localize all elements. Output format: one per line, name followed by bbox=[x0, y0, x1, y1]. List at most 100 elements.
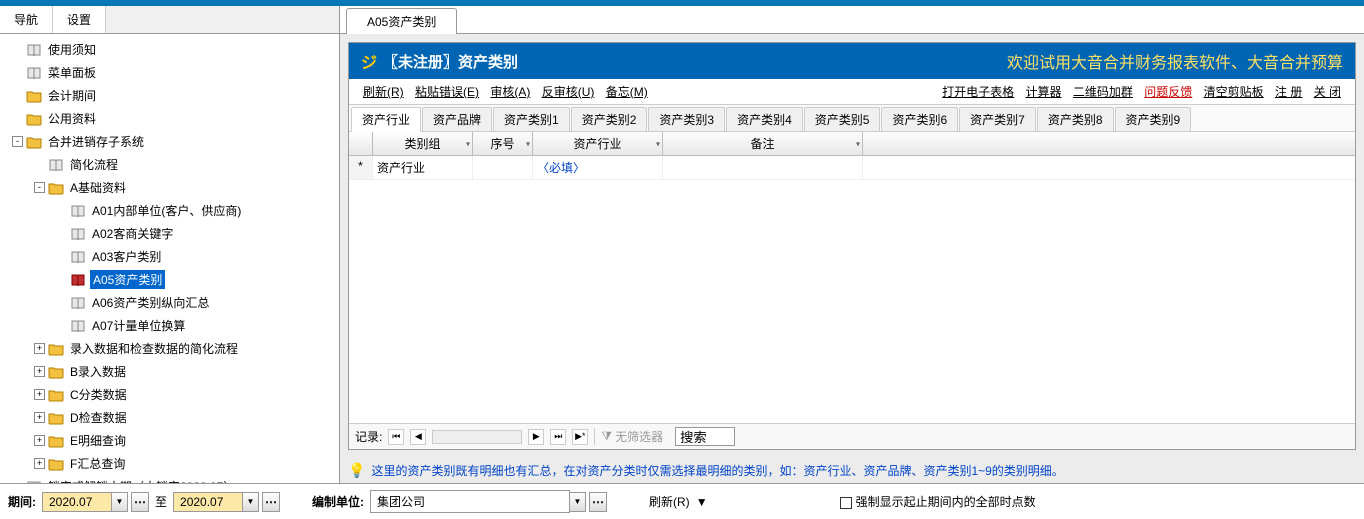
tree-item[interactable]: 会计期间 bbox=[0, 84, 339, 107]
nav-tree[interactable]: 使用须知菜单面板会计期间公用资料-合并进销存子系统简化流程-A基础资料A01内部… bbox=[0, 34, 339, 483]
dropdown-icon[interactable]: ▼ bbox=[696, 495, 708, 509]
toolbar-link[interactable]: 打开电子表格 bbox=[938, 83, 1018, 101]
ellipsis-button[interactable]: ⋯ bbox=[589, 492, 607, 512]
tree-expander[interactable]: + bbox=[34, 458, 45, 469]
ellipsis-button[interactable]: ⋯ bbox=[262, 492, 280, 512]
column-header[interactable]: 资产行业▾ bbox=[533, 132, 663, 155]
tree-expander bbox=[12, 67, 23, 78]
tree-item[interactable]: +D检查数据 bbox=[0, 406, 339, 429]
column-header[interactable]: 序号▾ bbox=[473, 132, 533, 155]
tree-item[interactable]: 简化流程 bbox=[0, 153, 339, 176]
nav-track[interactable] bbox=[432, 430, 522, 444]
tree-item[interactable]: A07计量单位换算 bbox=[0, 314, 339, 337]
subtab[interactable]: 资产类别3 bbox=[648, 107, 725, 131]
doc-tab-a05[interactable]: A05资产类别 bbox=[346, 8, 457, 34]
chevron-down-icon[interactable]: ▾ bbox=[856, 139, 860, 148]
nav-first-button[interactable]: ⏮ bbox=[388, 429, 404, 445]
tree-expander[interactable]: - bbox=[34, 182, 45, 193]
tree-expander[interactable]: - bbox=[12, 136, 23, 147]
tree-item[interactable]: +E明细查询 bbox=[0, 429, 339, 452]
subtab[interactable]: 资产类别7 bbox=[959, 107, 1036, 131]
subtab[interactable]: 资产类别4 bbox=[726, 107, 803, 131]
tree-item[interactable]: -合并进销存子系统 bbox=[0, 130, 339, 153]
folder-icon bbox=[48, 181, 64, 195]
cell-industry[interactable]: 〈必填〉 bbox=[533, 156, 663, 179]
toolbar-button[interactable]: 审核(A) bbox=[486, 83, 534, 101]
tree-expander[interactable]: + bbox=[34, 412, 45, 423]
subtabs: 资产行业资产品牌资产类别1资产类别2资产类别3资产类别4资产类别5资产类别6资产… bbox=[349, 105, 1355, 132]
chevron-down-icon[interactable]: ▾ bbox=[466, 139, 470, 148]
filter-button[interactable]: ⧩ 无筛选器 bbox=[594, 428, 669, 445]
column-header[interactable] bbox=[349, 132, 373, 155]
tab-nav[interactable]: 导航 bbox=[0, 6, 53, 33]
tree-item[interactable]: +B录入数据 bbox=[0, 360, 339, 383]
tree-item[interactable]: +C分类数据 bbox=[0, 383, 339, 406]
book-icon bbox=[70, 296, 86, 310]
tree-item[interactable]: A03客户类别 bbox=[0, 245, 339, 268]
nav-last-button[interactable]: ⏭ bbox=[550, 429, 566, 445]
nav-new-button[interactable]: ▶* bbox=[572, 429, 588, 445]
tree-expander[interactable]: + bbox=[34, 435, 45, 446]
toolbar-link[interactable]: 计算器 bbox=[1022, 83, 1066, 101]
chevron-down-icon[interactable]: ▾ bbox=[526, 139, 530, 148]
tree-item[interactable]: 菜单面板 bbox=[0, 61, 339, 84]
refresh-button[interactable]: 刷新(R) bbox=[649, 493, 690, 510]
title-banner: 欢迎试用大音合并财务报表软件、大音合并预算 bbox=[1007, 49, 1343, 73]
tree-expander[interactable]: + bbox=[34, 366, 45, 377]
chevron-down-icon[interactable]: ▾ bbox=[656, 139, 660, 148]
period-to-combo[interactable]: 2020.07 ▼ ⋯ bbox=[173, 492, 280, 512]
nav-prev-button[interactable]: ◀ bbox=[410, 429, 426, 445]
subtab[interactable]: 资产类别8 bbox=[1037, 107, 1114, 131]
tree-item[interactable]: 使用须知 bbox=[0, 38, 339, 61]
nav-next-button[interactable]: ▶ bbox=[528, 429, 544, 445]
tree-item[interactable]: A02客商关键字 bbox=[0, 222, 339, 245]
column-header[interactable]: 备注▾ bbox=[663, 132, 863, 155]
toolbar-button[interactable]: 粘贴错误(E) bbox=[411, 83, 483, 101]
tree-expander[interactable]: + bbox=[34, 343, 45, 354]
tree-item[interactable]: A06资产类别纵向汇总 bbox=[0, 291, 339, 314]
toolbar-link[interactable]: 注 册 bbox=[1271, 83, 1306, 101]
cell-seq[interactable] bbox=[473, 156, 533, 179]
toolbar-link[interactable]: 问题反馈 bbox=[1140, 83, 1196, 101]
period-from-value[interactable]: 2020.07 bbox=[42, 492, 112, 512]
tree-item[interactable]: A05资产类别 bbox=[0, 268, 339, 291]
subtab[interactable]: 资产类别1 bbox=[493, 107, 570, 131]
period-from-combo[interactable]: 2020.07 ▼ ⋯ bbox=[42, 492, 149, 512]
chevron-down-icon[interactable]: ▼ bbox=[570, 492, 586, 512]
subtab[interactable]: 资产类别6 bbox=[881, 107, 958, 131]
search-input[interactable] bbox=[675, 427, 735, 446]
period-to-value[interactable]: 2020.07 bbox=[173, 492, 243, 512]
subtab[interactable]: 资产类别9 bbox=[1115, 107, 1192, 131]
tree-item[interactable]: +录入数据和检查数据的简化流程 bbox=[0, 337, 339, 360]
toolbar-button[interactable]: 反审核(U) bbox=[538, 83, 599, 101]
tree-expander[interactable]: + bbox=[34, 389, 45, 400]
toolbar-link[interactable]: 关 闭 bbox=[1310, 83, 1345, 101]
toolbar-button[interactable]: 刷新(R) bbox=[359, 83, 408, 101]
chevron-down-icon[interactable]: ▼ bbox=[243, 492, 259, 512]
book-icon bbox=[48, 158, 64, 172]
subtab[interactable]: 资产类别5 bbox=[804, 107, 881, 131]
toolbar-button[interactable]: 备忘(M) bbox=[602, 83, 652, 101]
tree-item[interactable]: 锁定或解锁本期（未锁定2020.07） bbox=[0, 475, 339, 483]
tree-item[interactable]: A01内部单位(客户、供应商) bbox=[0, 199, 339, 222]
column-header[interactable]: 类别组▾ bbox=[373, 132, 473, 155]
chevron-down-icon[interactable]: ▼ bbox=[112, 492, 128, 512]
subtab[interactable]: 资产行业 bbox=[351, 107, 421, 132]
tree-item[interactable]: +F汇总查询 bbox=[0, 452, 339, 475]
subtab[interactable]: 资产品牌 bbox=[422, 107, 492, 131]
grid-body[interactable]: * 资产行业 〈必填〉 bbox=[349, 156, 1355, 423]
cell-category-group[interactable]: 资产行业 bbox=[373, 156, 473, 179]
tree-item[interactable]: -A基础资料 bbox=[0, 176, 339, 199]
subtab[interactable]: 资产类别2 bbox=[571, 107, 648, 131]
table-row[interactable]: * 资产行业 〈必填〉 bbox=[349, 156, 1355, 180]
unit-value[interactable]: 集团公司 bbox=[370, 490, 570, 513]
unit-combo[interactable]: 集团公司 ▼ ⋯ bbox=[370, 490, 607, 513]
toolbar-link[interactable]: 二维码加群 bbox=[1069, 83, 1137, 101]
tree-item[interactable]: 公用资料 bbox=[0, 107, 339, 130]
tab-settings[interactable]: 设置 bbox=[53, 6, 106, 33]
cell-remark[interactable] bbox=[663, 156, 863, 179]
toolbar-link[interactable]: 清空剪贴板 bbox=[1200, 83, 1268, 101]
ellipsis-button[interactable]: ⋯ bbox=[131, 492, 149, 512]
force-display-checkbox[interactable]: 强制显示起止期间内的全部时点数 bbox=[840, 493, 1036, 510]
doc-body: ジ 〖未注册〗 资产类别 欢迎试用大音合并财务报表软件、大音合并预算 刷新(R)… bbox=[348, 42, 1356, 450]
